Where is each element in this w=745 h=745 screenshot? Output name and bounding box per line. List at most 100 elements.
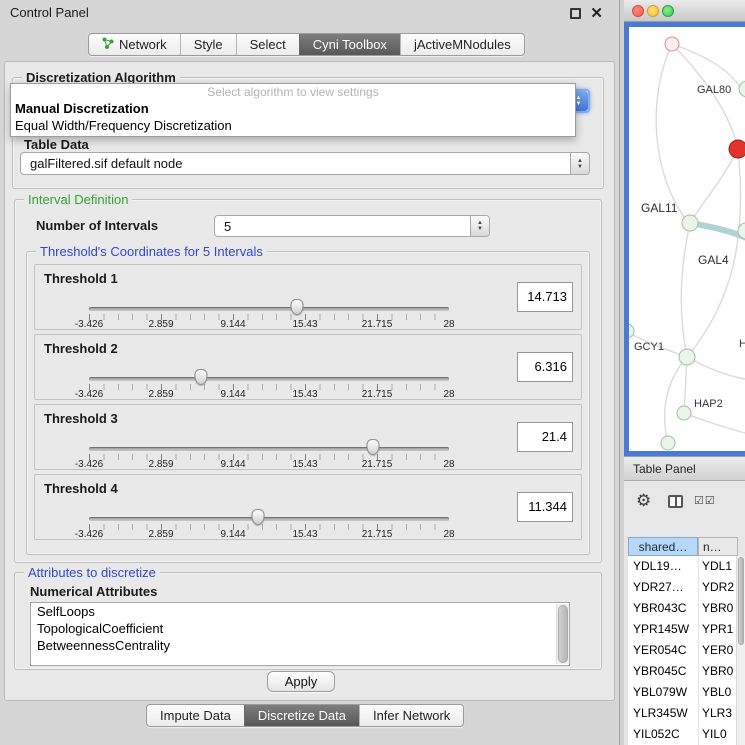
table-row[interactable]: YDL19…YDL1 [628,556,736,577]
table-scrollbar[interactable] [736,556,745,745]
network-canvas[interactable]: GAL80 GAL11 GAL4 GCY1 HAP2 H [629,27,745,451]
tab-network[interactable]: Network [89,34,180,55]
network-nodes[interactable] [629,37,745,450]
tab-label: Select [250,34,286,55]
window-title: Control Panel [10,5,89,20]
selected-node-circle[interactable] [729,140,745,158]
tab-select[interactable]: Select [236,34,299,55]
node-circle[interactable] [665,37,679,51]
close-icon[interactable]: ✕ [590,4,603,22]
node-circle[interactable] [677,406,691,420]
table-columns-icon[interactable] [668,495,683,508]
tab-impute-data[interactable]: Impute Data [147,705,244,726]
scale-label: 9.144 [220,389,245,400]
threshold-value-field[interactable]: 11.344 [517,492,573,522]
slider-track[interactable] [89,377,449,381]
threshold-slider[interactable]: -3.426 2.859 9.144 15.43 21.715 28 [89,439,449,471]
cell-name: YPR1 [702,619,733,640]
table-row[interactable]: YDR27…YDR2 [628,577,736,598]
slider-ticks [89,524,449,530]
slider-track[interactable] [89,307,449,311]
slider-track[interactable] [89,447,449,451]
traffic-close-button[interactable] [632,5,644,17]
slider-thumb[interactable] [194,369,207,385]
slider-thumb[interactable] [290,299,303,315]
float-window-icon[interactable] [570,8,581,19]
threshold-slider[interactable]: -3.426 2.859 9.144 15.43 21.715 28 [89,509,449,541]
tab-cyni-toolbox[interactable]: Cyni Toolbox [299,34,400,55]
threshold-slider[interactable]: -3.426 2.859 9.144 15.43 21.715 28 [89,369,449,401]
tab-jactivemnodules[interactable]: jActiveMNodules [400,34,524,55]
scale-label: 9.144 [220,529,245,540]
list-item[interactable]: SelfLoops [31,603,569,620]
cell-shared-name: YIL052C [633,724,680,745]
node-circle[interactable] [739,81,745,97]
threshold-slider[interactable]: -3.426 2.859 9.144 15.43 21.715 28 [89,299,449,331]
table-row[interactable]: YLR345WYLR3 [628,703,736,724]
cell-shared-name: YBR043C [633,598,686,619]
node-circle[interactable] [661,436,675,450]
number-of-intervals-combobox[interactable]: 5 ▲ ▼ [214,215,490,237]
tab-infer-network[interactable]: Infer Network [359,705,463,726]
scrollbar-thumb[interactable] [738,557,744,645]
combobox-stepper-icon[interactable]: ▲ ▼ [470,216,489,236]
scale-label: 28 [443,459,454,470]
tab-discretize-data[interactable]: Discretize Data [244,705,359,726]
threshold-row: Threshold 4 -3.426 2.859 9.144 15.43 21.… [34,474,582,540]
traffic-zoom-button[interactable] [662,5,674,17]
attributes-scrollbar[interactable] [556,604,569,664]
number-of-intervals-value: 5 [224,216,465,237]
apply-button[interactable]: Apply [267,671,335,692]
combobox-stepper-icon[interactable]: ▲ ▼ [570,153,589,174]
dropdown-option-equal-width-frequency[interactable]: Equal Width/Frequency Discretization [11,117,575,134]
table-data-combobox[interactable]: galFiltered.sif default node ▲ ▼ [20,152,590,175]
node-label: GAL11 [641,201,678,215]
network-window-titlebar[interactable] [624,0,745,22]
traffic-minimize-button[interactable] [647,5,659,17]
attributes-group-title: Attributes to discretize [24,565,160,580]
node-circle[interactable] [682,215,698,231]
column-header-name[interactable]: n… [698,537,738,556]
scale-label: -3.426 [75,459,103,470]
numerical-attributes-list[interactable]: SelfLoops TopologicalCoefficient Between… [30,602,570,666]
scale-label: 2.859 [148,319,173,330]
scale-label: 9.144 [220,319,245,330]
scrollbar-thumb[interactable] [558,605,568,663]
table-row[interactable]: YIL052CYIL0 [628,724,736,745]
node-label: H [739,338,745,350]
checkbox-icons[interactable]: ☑☑ [694,494,716,507]
table-row[interactable]: YPR145WYPR1 [628,619,736,640]
node-circle[interactable] [679,349,695,365]
slider-track[interactable] [89,517,449,521]
table-panel-toolbar: ⚙ ☑☑ [624,487,745,519]
list-item[interactable]: BetweennessCentrality [31,637,569,654]
control-panel-tabbar: Network Style Select Cyni Toolbox jActiv… [88,33,525,56]
slider-thumb[interactable] [252,509,265,525]
slider-thumb[interactable] [367,439,380,455]
control-panel-titlebar[interactable]: Control Panel [0,0,619,26]
scale-label: 9.144 [220,459,245,470]
threshold-row: Threshold 2 -3.426 2.859 9.144 15.43 21.… [34,334,582,400]
table-row[interactable]: YBR043CYBR0 [628,598,736,619]
tab-label: Discretize Data [258,705,346,726]
threshold-row: Threshold 3 -3.426 2.859 9.144 15.43 21.… [34,404,582,470]
table-row[interactable]: YBL079WYBL0 [628,682,736,703]
cell-shared-name: YLR345W [633,703,688,724]
network-graph: GAL80 GAL11 GAL4 GCY1 HAP2 H [629,27,745,451]
dropdown-option-manual-discretization[interactable]: Manual Discretization [11,100,575,117]
column-header-shared-name[interactable]: shared… [628,537,698,556]
node-label: GAL4 [698,253,729,267]
column-separator [698,556,699,745]
table-row[interactable]: YBR045CYBR0 [628,661,736,682]
threshold-value-field[interactable]: 6.316 [517,352,573,382]
slider-ticks [89,454,449,460]
threshold-value-field[interactable]: 21.4 [517,422,573,452]
table-row[interactable]: YER054CYER0 [628,640,736,661]
threshold-value-field[interactable]: 14.713 [517,282,573,312]
tab-style[interactable]: Style [180,34,236,55]
cell-shared-name: YBL079W [633,682,687,703]
table-panel-titlebar[interactable]: Table Panel [624,456,745,481]
list-item[interactable]: TopologicalCoefficient [31,620,569,637]
dropdown-placeholder: Select algorithm to view settings [11,85,575,100]
gear-icon[interactable]: ⚙ [636,491,651,511]
